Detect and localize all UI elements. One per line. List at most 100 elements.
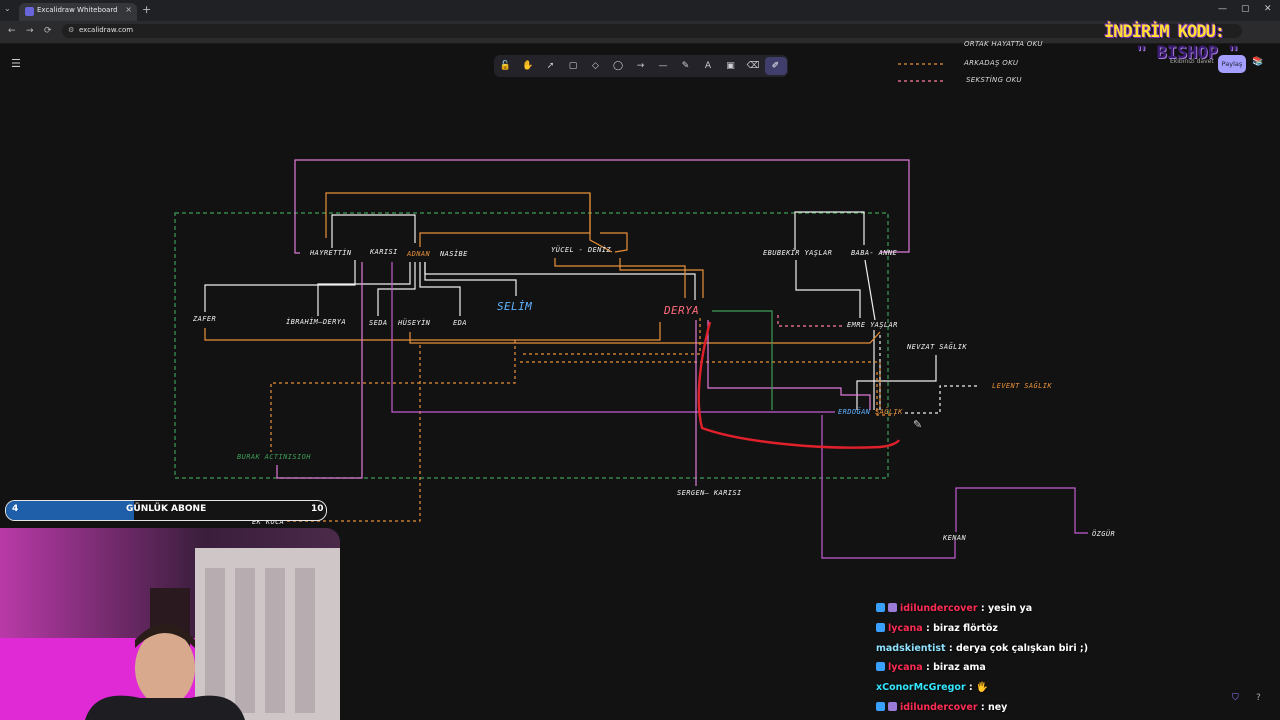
red-freehand-stroke — [697, 321, 901, 449]
subgoal-target: 10 — [311, 504, 324, 514]
node-burak[interactable]: BURAK ACTINISIOH — [237, 453, 311, 461]
chat-text: ney — [987, 702, 1008, 713]
chat-message: lycana : biraz flörtöz — [876, 622, 998, 641]
main-menu-icon[interactable]: ☰ — [11, 57, 25, 70]
chat-text: 🖐 — [976, 682, 988, 694]
node-eda[interactable]: EDA — [453, 319, 467, 327]
tool-arrow-icon[interactable]: → — [630, 57, 652, 75]
tool-rectangle-icon[interactable]: ▢ — [562, 57, 584, 75]
chat-message: lycana : biraz ama — [876, 662, 986, 680]
subscriber-goal-bar: 4 GÜNLÜK ABONE 10 — [5, 500, 327, 521]
node-ebubekir[interactable]: EBUBEKİR YAŞLAR — [763, 248, 832, 257]
node-emre[interactable]: EMRE YAŞLAR — [847, 321, 898, 329]
node-nevzat[interactable]: NEVZAT SAĞLIK — [906, 342, 967, 351]
node-ibrahim-derya[interactable]: İBRAHİM—DERYA — [286, 317, 346, 326]
node-karisi[interactable]: KARISI — [369, 248, 398, 256]
white-family-arrow — [331, 214, 416, 248]
orange-top-arrow — [325, 192, 591, 247]
chat-badge-icon — [876, 622, 885, 632]
chat-badge-icon — [888, 603, 897, 612]
node-huseyin[interactable]: HÜSEYİN — [397, 318, 431, 327]
chat-badge-icon — [888, 702, 897, 711]
excalidraw-favicon-icon — [25, 7, 34, 16]
tool-hand-icon[interactable]: ✋ — [517, 57, 539, 75]
shield-icon[interactable]: ⛉ — [1232, 693, 1239, 703]
forward-icon[interactable]: → — [26, 26, 34, 36]
browser-tab-bar: ⌄ Excalidraw Whiteboard × + — ▢ ✕ — [0, 0, 1280, 21]
node-kenan[interactable]: KENAN — [942, 534, 966, 542]
tool-image-icon[interactable]: ▣ — [720, 57, 742, 75]
node-zafer[interactable]: ZAFER — [192, 315, 216, 323]
node-saglik[interactable]: SAĞLIK — [875, 407, 903, 416]
legend-item-seksting: SEKSTİNG OKU — [966, 76, 1022, 84]
chat-badge-icon — [876, 662, 885, 672]
node-yucel-deniz[interactable]: YÜCEL - DENİZ — [551, 245, 611, 254]
chat-separator: : — [977, 702, 988, 713]
chat-message: xConorMcGregor : 🖐 — [876, 682, 988, 700]
promo-line-1: İNDİRİM KODU: — [1104, 22, 1225, 42]
chat-separator: : — [977, 603, 988, 614]
chat-username[interactable]: madskientist — [876, 643, 946, 654]
node-selim[interactable]: SELİM — [497, 300, 532, 313]
node-nasibe[interactable]: NASİBE — [439, 249, 468, 258]
new-tab-button[interactable]: + — [142, 3, 151, 16]
chat-badge-icon — [876, 702, 885, 711]
node-erdogan[interactable]: ERDOĞAN — [838, 407, 871, 416]
tool-laser-icon[interactable]: ✐ — [764, 57, 787, 75]
chat-username[interactable]: idilundercover — [900, 702, 978, 713]
eraser-cursor-icon: ✎ — [913, 418, 922, 431]
tool-selection-icon[interactable]: ➚ — [540, 57, 562, 75]
legend-item-ortak: ORTAK HAYATTA OKU — [964, 40, 1043, 48]
tool-draw-icon[interactable]: ✎ — [675, 57, 697, 75]
node-hayrettin[interactable]: HAYRETTİN — [309, 248, 352, 257]
chat-text: derya çok çalışkan biri ;) — [955, 642, 1089, 654]
shape-toolbar: 🔓 ✋ ➚ ▢ ◇ ◯ → — ✎ A ▣ ⌫ ✐ — [494, 55, 788, 77]
close-window-button[interactable]: ✕ — [1264, 4, 1272, 14]
node-ozgur[interactable]: ÖZGÜR — [1092, 529, 1115, 538]
maximize-button[interactable]: ▢ — [1241, 4, 1250, 14]
chat-username[interactable]: lycana — [888, 623, 923, 634]
tab-search-icon[interactable]: ⌄ — [4, 4, 11, 13]
chat-username[interactable]: lycana — [888, 662, 923, 673]
minimize-button[interactable]: — — [1218, 4, 1227, 14]
node-derya[interactable]: DERYA — [663, 304, 699, 317]
tool-diamond-icon[interactable]: ◇ — [585, 57, 607, 75]
tool-line-icon[interactable]: — — [652, 57, 674, 75]
tab-close-icon[interactable]: × — [125, 5, 132, 14]
tool-eraser-icon[interactable]: ⌫ — [742, 57, 764, 75]
promo-line-2: " BISHOP " — [1136, 43, 1239, 63]
legend-item-arkadas: ARKADAŞ OKU — [964, 59, 1019, 67]
chat-text: biraz ama — [933, 662, 986, 674]
reload-icon[interactable]: ⟳ — [44, 26, 52, 36]
browser-tab[interactable]: Excalidraw Whiteboard × — [19, 3, 137, 21]
library-icon[interactable]: 📚 — [1252, 57, 1263, 67]
tool-text-icon[interactable]: A — [697, 57, 719, 75]
chat-username[interactable]: xConorMcGregor — [876, 682, 966, 693]
webcam-image — [0, 528, 340, 720]
node-seda[interactable]: SEDA — [369, 319, 387, 327]
back-icon[interactable]: ← — [8, 26, 16, 36]
node-baba-anne[interactable]: BABA- ANNE — [851, 249, 898, 257]
help-icon[interactable]: ? — [1256, 693, 1261, 703]
pink-loop-arrow — [294, 159, 910, 254]
subscriber-goal-fill — [6, 501, 134, 520]
chat-text: yesin ya — [987, 603, 1033, 614]
chat-message: idilundercover : yesin ya — [876, 603, 1032, 621]
chat-message: madskientist : derya çok çalışkan biri ;… — [876, 643, 1088, 661]
node-sergen[interactable]: SERGEN— KARISI — [677, 489, 742, 497]
chat-separator: : — [922, 622, 934, 634]
node-adnan[interactable]: ADNAN — [406, 250, 430, 258]
tab-title: Excalidraw Whiteboard — [37, 6, 118, 14]
chat-separator: : — [965, 682, 977, 694]
url-field[interactable]: ⚙ excalidraw.com — [62, 24, 1242, 38]
url-text: excalidraw.com — [79, 26, 134, 34]
chat-text: biraz flörtöz — [933, 622, 998, 634]
chat-badge-icon — [876, 603, 885, 612]
chat-message: idilundercover : ney — [876, 702, 1007, 720]
node-levent[interactable]: LEVENT SAĞLIK — [992, 381, 1052, 390]
tool-ellipse-icon[interactable]: ◯ — [607, 57, 629, 75]
chat-separator: : — [922, 662, 934, 674]
site-info-icon[interactable]: ⚙ — [68, 26, 74, 34]
tool-lock-icon[interactable]: 🔓 — [495, 57, 517, 75]
chat-username[interactable]: idilundercover — [900, 603, 978, 614]
